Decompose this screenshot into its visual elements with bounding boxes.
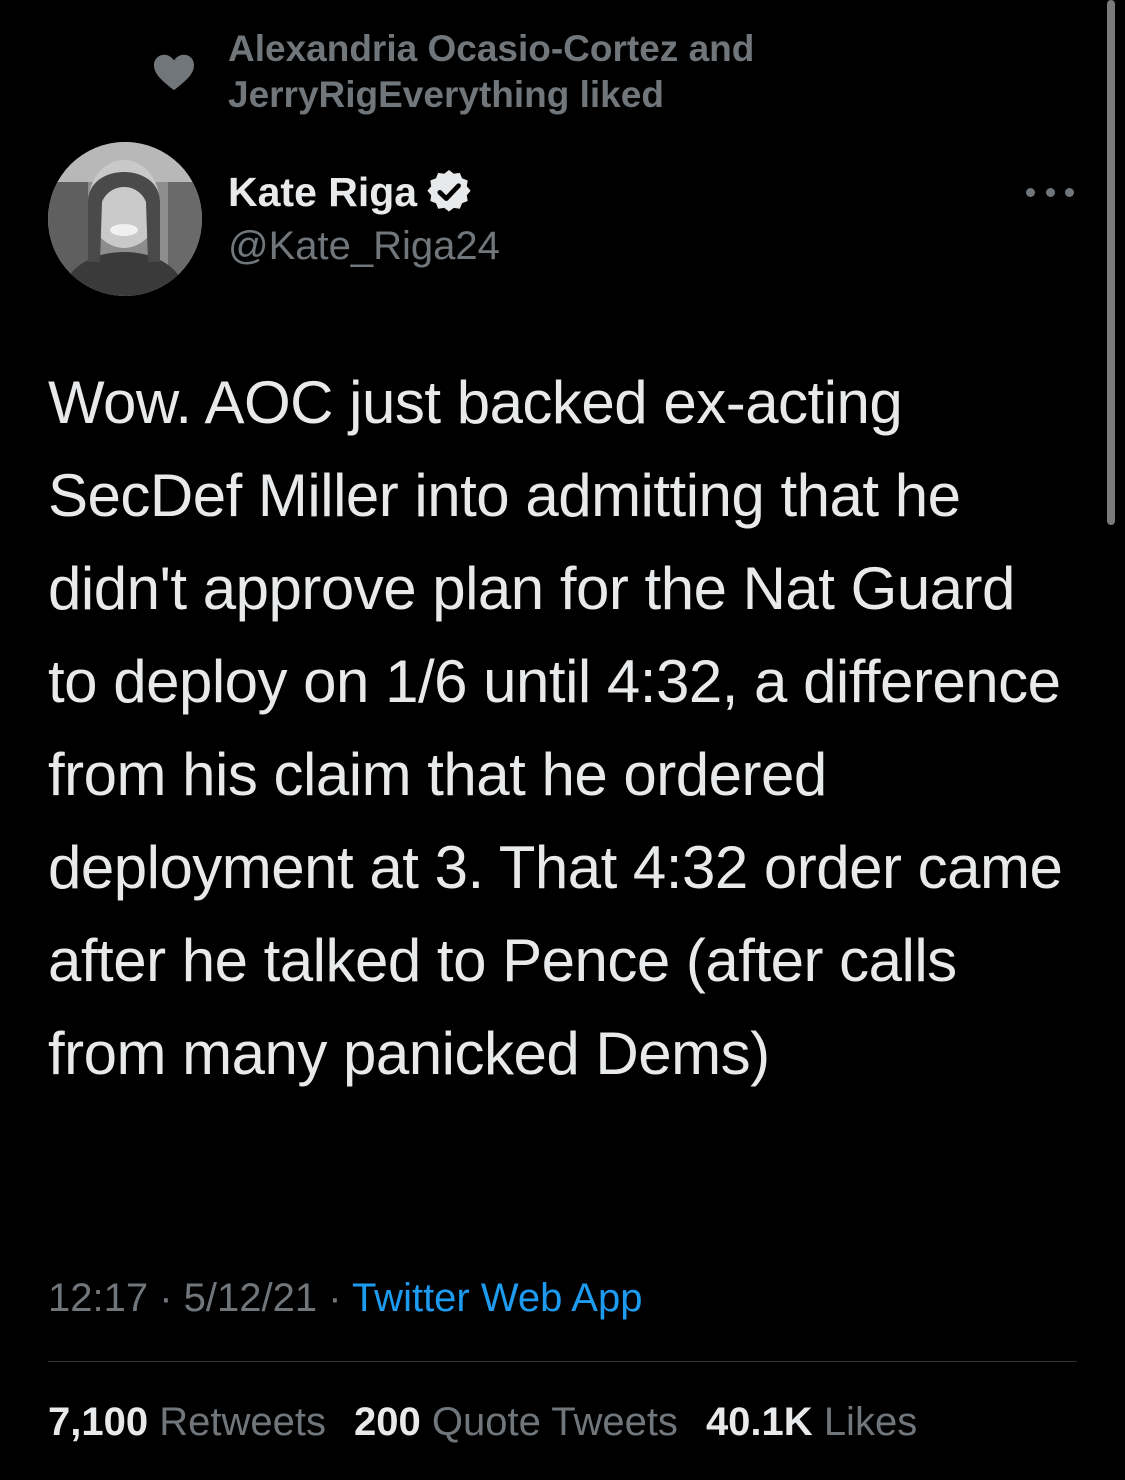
tweet-stats: 7,100 Retweets 200 Quote Tweets 40.1K Li…	[48, 1392, 945, 1452]
author-handle[interactable]: @Kate_Riga24	[228, 222, 500, 270]
retweets-stat[interactable]: 7,100 Retweets	[48, 1392, 326, 1452]
likes-stat[interactable]: 40.1K Likes	[706, 1392, 917, 1452]
quotes-count: 200	[353, 1400, 421, 1444]
more-options-icon[interactable]	[1026, 180, 1074, 204]
verified-badge-icon	[427, 170, 471, 212]
retweets-count: 7,100	[48, 1400, 149, 1444]
avatar[interactable]	[48, 142, 202, 296]
quote-tweets-stat[interactable]: 200 Quote Tweets	[354, 1392, 678, 1452]
author-name-row[interactable]: Kate Riga	[228, 168, 471, 216]
tweet-meta: 12:17 · 5/12/21 · Twitter Web App	[48, 1270, 642, 1326]
tweet-source-link[interactable]: Twitter Web App	[352, 1276, 643, 1320]
quotes-label: Quote Tweets	[431, 1400, 678, 1444]
social-context-text[interactable]: Alexandria Ocasio-Cortez and JerryRigEve…	[228, 26, 928, 118]
likes-label: Likes	[823, 1400, 918, 1444]
meta-separator: ·	[317, 1276, 352, 1320]
tweet-text: Wow. AOC just backed ex-acting SecDef Mi…	[48, 369, 1063, 1087]
tweet-time: 12:17	[48, 1276, 149, 1320]
tweet-date: 5/12/21	[183, 1276, 318, 1320]
meta-separator: ·	[148, 1276, 184, 1320]
divider	[48, 1361, 1077, 1362]
retweets-label: Retweets	[159, 1400, 326, 1444]
heart-icon	[154, 54, 194, 91]
author-name[interactable]: Kate Riga	[228, 168, 417, 216]
scrollbar[interactable]	[1107, 0, 1115, 525]
likes-count: 40.1K	[705, 1400, 813, 1444]
